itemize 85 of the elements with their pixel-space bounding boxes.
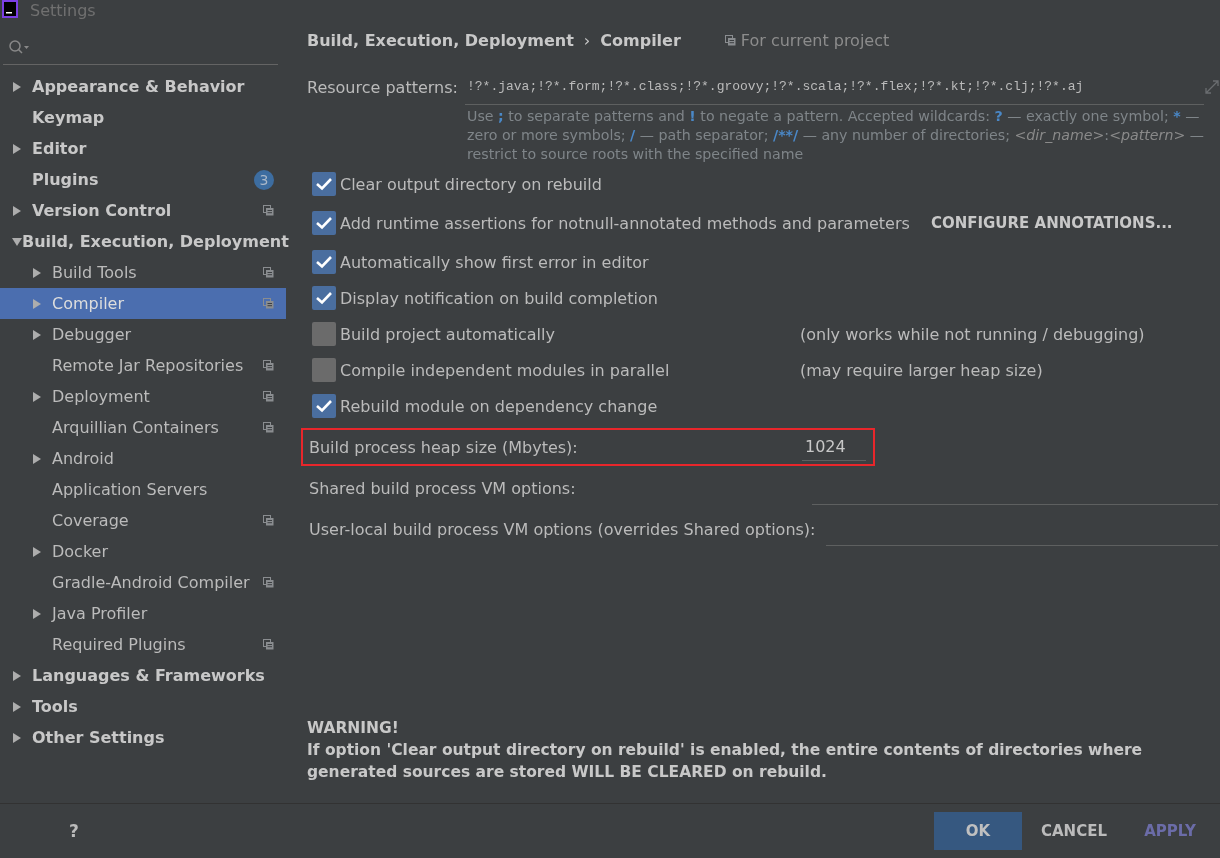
collapsed-arrow-icon[interactable]	[12, 701, 22, 712]
checkbox[interactable]	[312, 172, 336, 196]
sidebar-item[interactable]: Build Tools	[0, 257, 286, 288]
sidebar-item[interactable]: Application Servers	[0, 474, 286, 505]
collapsed-arrow-icon[interactable]	[32, 329, 42, 340]
sidebar-item[interactable]: Coverage	[0, 505, 286, 536]
sidebar-item[interactable]: Editor	[0, 133, 286, 164]
app-logo-icon	[0, 0, 20, 20]
collapsed-arrow-icon[interactable]	[32, 608, 42, 619]
project-scope-icon	[263, 267, 274, 278]
field-label: Build process heap size (Mbytes):	[309, 437, 579, 457]
dialog-button[interactable]: OK	[934, 812, 1022, 850]
collapsed-arrow-icon[interactable]	[12, 143, 22, 154]
breadcrumb-item: Compiler	[600, 30, 681, 50]
field-label: Shared build process VM options:	[309, 478, 577, 498]
sidebar-item[interactable]: Android	[0, 443, 286, 474]
sidebar-item[interactable]: Version Control	[0, 195, 286, 226]
checkmark-icon	[315, 291, 333, 305]
collapsed-arrow-icon[interactable]	[32, 546, 42, 557]
checkmark-icon	[315, 177, 333, 191]
project-scope-icon	[263, 391, 274, 402]
expanded-arrow-icon[interactable]	[12, 236, 22, 247]
collapsed-arrow-icon[interactable]	[12, 732, 22, 743]
checkbox-label[interactable]: Rebuild module on dependency change	[340, 396, 658, 416]
number-field[interactable]: 1024	[802, 433, 866, 461]
collapsed-arrow-icon[interactable]	[12, 205, 22, 216]
checkmark-icon	[315, 399, 333, 413]
count-badge: 3	[254, 169, 274, 190]
sidebar-item[interactable]: Debugger	[0, 319, 286, 350]
project-scope-icon	[263, 515, 274, 526]
sidebar-item[interactable]: Required Plugins	[0, 629, 286, 660]
checkmark-icon	[315, 255, 333, 269]
sidebar-item[interactable]: Arquillian Containers	[0, 412, 286, 443]
project-scope-icon	[263, 205, 274, 216]
collapsed-arrow-icon[interactable]	[32, 391, 42, 402]
sidebar-item[interactable]: Remote Jar Repositories	[0, 350, 286, 381]
dialog-button[interactable]: CANCEL	[1030, 812, 1118, 850]
warning-text: If option 'Clear output directory on rebuild' is enabled, the entire contents of directories where generated sources are stored WILL BE CLEARED on rebuild.	[307, 740, 1144, 783]
checkmark-icon	[315, 216, 333, 230]
sidebar-item[interactable]: Languages & Frameworks	[0, 660, 286, 691]
sidebar-item[interactable]: Keymap	[0, 102, 286, 133]
checkbox[interactable]	[312, 286, 336, 310]
sidebar-item[interactable]: Plugins 3	[0, 164, 286, 195]
checkbox-label[interactable]: Build project automatically	[340, 324, 555, 344]
project-scope-icon	[263, 577, 274, 588]
checkbox[interactable]	[312, 394, 336, 418]
field-label: User-local build process VM options (overrides Shared options):	[309, 519, 816, 539]
project-scope-icon	[263, 298, 274, 309]
collapsed-arrow-icon[interactable]	[32, 453, 42, 464]
search-icon	[9, 40, 29, 54]
checkbox-label[interactable]: Add runtime assertions for notnull-annotated methods and parameters	[340, 213, 910, 233]
sidebar-item[interactable]: Appearance & Behavior	[0, 71, 286, 102]
warning-title: WARNING!	[307, 718, 400, 739]
option-note: (may require larger heap size)	[800, 360, 1043, 380]
option-note: (only works while not running / debugging)	[800, 324, 1145, 344]
sidebar-item[interactable]: Compiler	[0, 288, 286, 319]
project-scope-icon	[263, 360, 274, 371]
collapsed-arrow-icon[interactable]	[12, 670, 22, 681]
checkbox[interactable]	[312, 322, 336, 346]
help-button[interactable]: ?	[30, 820, 118, 842]
project-scope-label: For current project	[724, 30, 890, 50]
project-scope-icon	[263, 639, 274, 650]
breadcrumb-separator: ›	[583, 30, 591, 50]
checkbox[interactable]	[312, 358, 336, 382]
sidebar-item[interactable]: Other Settings	[0, 722, 286, 753]
project-scope-icon	[724, 34, 736, 46]
sidebar-item[interactable]: Deployment	[0, 381, 286, 412]
sidebar-item[interactable]: Java Profiler	[0, 598, 286, 629]
resource-patterns-field[interactable]: !?*.java;!?*.form;!?*.class;!?*.groovy;!?*.scala;!?*.flex;!?*.kt;!?*.clj;!?*.aj	[465, 69, 1204, 105]
configure-annotations-link[interactable]: CONFIGURE ANNOTATIONS...	[930, 214, 1173, 232]
sidebar-item[interactable]: Docker	[0, 536, 286, 567]
sidebar-item[interactable]: Tools	[0, 691, 286, 722]
breadcrumb-item[interactable]: Build, Execution, Deployment	[307, 30, 574, 50]
checkbox-label[interactable]: Automatically show first error in editor	[340, 252, 649, 272]
help-text: Use ; to separate patterns and ! to negate a pattern. Accepted wildcards: ? — exactly one symbol; * — zero or more symbols; / — path separator; /**/ — any number of directories; <dir_name>:<pattern> — restrict to source roots with the specified name	[467, 107, 1205, 164]
field-label: Resource patterns:	[307, 77, 459, 97]
checkbox[interactable]	[312, 211, 336, 235]
checkbox[interactable]	[312, 250, 336, 274]
collapsed-arrow-icon[interactable]	[32, 267, 42, 278]
sidebar-item[interactable]: Gradle-Android Compiler	[0, 567, 286, 598]
checkbox-label[interactable]: Compile independent modules in parallel	[340, 360, 670, 380]
checkbox-label[interactable]: Clear output directory on rebuild	[340, 174, 602, 194]
project-scope-icon	[263, 422, 274, 433]
collapsed-arrow-icon[interactable]	[12, 81, 22, 92]
checkbox-label[interactable]: Display notification on build completion	[340, 288, 658, 308]
